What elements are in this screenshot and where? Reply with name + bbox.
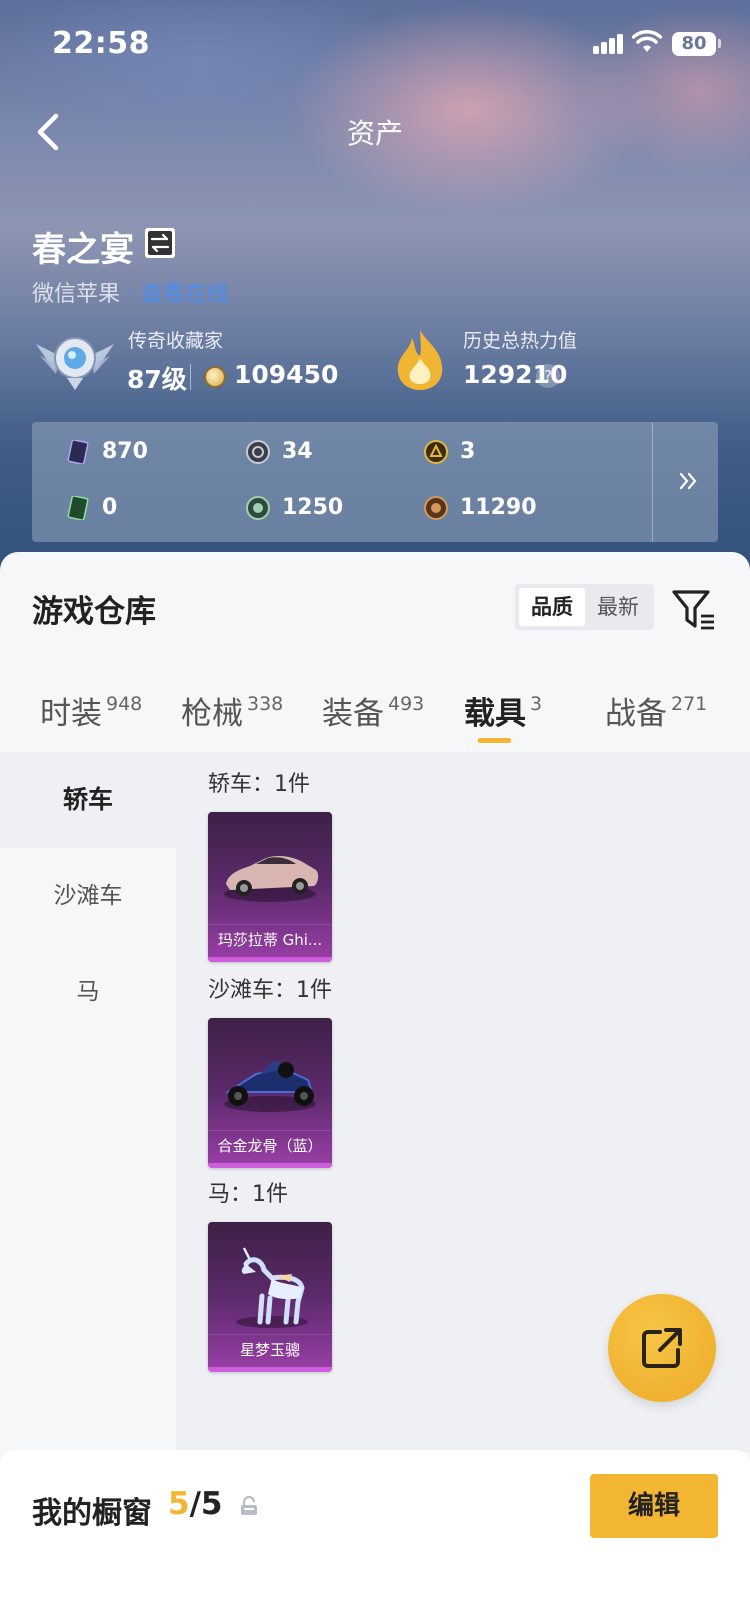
status-time: 22:58 bbox=[52, 26, 150, 61]
currency-value: 3 bbox=[460, 439, 476, 464]
purple-card-icon bbox=[67, 440, 89, 464]
currency-value: 870 bbox=[102, 439, 148, 464]
battery-nub bbox=[718, 39, 721, 48]
item-card[interactable]: 合金龙骨（蓝） bbox=[208, 1018, 332, 1168]
tab-label: 枪械 bbox=[181, 696, 243, 732]
panel-divider bbox=[652, 422, 653, 542]
share-icon bbox=[642, 1328, 682, 1368]
category-tabs: 时装 948 枪械 338 装备 493 载具 3 战备 271 bbox=[0, 648, 750, 748]
wifi-icon bbox=[632, 30, 662, 52]
currency-value: 11290 bbox=[460, 495, 537, 520]
level-divider bbox=[190, 364, 191, 390]
item-name: 星梦玉骢 bbox=[208, 1334, 332, 1364]
warehouse-title: 游戏仓库 bbox=[32, 594, 156, 630]
lock-icon bbox=[241, 1496, 257, 1515]
group-title-beach-buggy: 沙滩车：1件 bbox=[208, 978, 332, 1003]
tab-count: 271 bbox=[671, 693, 708, 715]
currency-panel: 870 34 3 0 1250 11290 bbox=[32, 422, 718, 542]
signal-icon bbox=[593, 32, 625, 54]
currency-value: 0 bbox=[102, 495, 118, 520]
heat-title: 历史总热力值 bbox=[463, 330, 578, 352]
showcase-total: /5 bbox=[189, 1486, 223, 1522]
double-chevron-right-icon[interactable] bbox=[672, 464, 706, 498]
page-title: 资产 bbox=[346, 117, 403, 150]
sidebar-item-horse[interactable]: 马 bbox=[0, 944, 176, 1040]
filter-icon[interactable] bbox=[671, 588, 717, 632]
help-icon[interactable]: ? bbox=[536, 364, 560, 388]
status-bar: 22:58 80 bbox=[0, 0, 750, 90]
platform-label: 微信苹果 bbox=[32, 282, 121, 307]
switch-account-icon[interactable] bbox=[145, 228, 175, 258]
bronze-coin-icon bbox=[424, 496, 448, 520]
collector-badge-icon bbox=[36, 337, 114, 390]
silver-coin-icon bbox=[246, 440, 270, 464]
sidebar-item-sedan[interactable]: 轿车 bbox=[0, 752, 176, 848]
tab-fashion[interactable]: 时装 948 bbox=[40, 688, 142, 738]
gold-medal-icon bbox=[424, 440, 448, 464]
online-status-link[interactable]: · 查看在线 bbox=[127, 282, 229, 307]
tab-equipment[interactable]: 装备 493 bbox=[322, 688, 424, 738]
item-card[interactable]: 玛莎拉蒂 Ghi... bbox=[208, 812, 332, 962]
currency-value: 34 bbox=[282, 439, 313, 464]
item-name: 玛莎拉蒂 Ghi... bbox=[208, 924, 332, 954]
showcase-bar: 我的橱窗 5/5 编辑 bbox=[0, 1450, 750, 1624]
profile-header-background: 22:58 80 资产 春之宴 微信苹果 · 查看在线 传奇收藏家 87级 10… bbox=[0, 0, 750, 600]
battery-indicator: 80 bbox=[672, 32, 716, 56]
item-name: 合金龙骨（蓝） bbox=[208, 1130, 332, 1160]
tab-label: 时装 bbox=[40, 696, 102, 732]
platform-info: 微信苹果 · 查看在线 bbox=[32, 276, 229, 308]
group-title-horse: 马：1件 bbox=[208, 1182, 288, 1207]
flame-icon bbox=[397, 330, 443, 390]
tab-count: 3 bbox=[530, 693, 543, 715]
tab-count: 948 bbox=[106, 693, 143, 715]
tab-battle-gear[interactable]: 战备 271 bbox=[605, 688, 707, 738]
collector-title: 传奇收藏家 bbox=[128, 330, 224, 352]
player-level: 87级 bbox=[127, 365, 187, 394]
active-tab-indicator bbox=[478, 738, 511, 743]
user-name: 春之宴 bbox=[32, 230, 134, 270]
collection-points: 109450 bbox=[234, 360, 339, 389]
sort-toggle: 品质 最新 bbox=[515, 584, 654, 630]
tab-count: 493 bbox=[388, 693, 425, 715]
showcase-current: 5 bbox=[168, 1486, 190, 1522]
tab-label: 战备 bbox=[605, 696, 667, 732]
unicorn-horse-image bbox=[236, 1247, 308, 1328]
green-coin-icon bbox=[246, 496, 270, 520]
subcategory-sidebar: 轿车 沙滩车 马 bbox=[0, 752, 176, 1452]
share-button[interactable] bbox=[608, 1294, 716, 1402]
showcase-label: 我的橱窗 bbox=[32, 1496, 152, 1531]
sort-newest-option[interactable]: 最新 bbox=[585, 588, 651, 626]
currency-value: 1250 bbox=[282, 495, 344, 520]
showcase-count: 5/5 bbox=[168, 1486, 222, 1522]
sort-quality-option[interactable]: 品质 bbox=[519, 588, 585, 626]
tab-weapons[interactable]: 枪械 338 bbox=[181, 688, 283, 738]
collection-points-icon bbox=[204, 366, 226, 388]
beach-buggy-image bbox=[224, 1060, 316, 1112]
tab-label: 装备 bbox=[322, 696, 384, 732]
tab-vehicles[interactable]: 载具 3 bbox=[464, 688, 542, 738]
tab-label: 载具 bbox=[464, 696, 526, 732]
green-card-icon bbox=[67, 496, 89, 520]
sidebar-item-beach-buggy[interactable]: 沙滩车 bbox=[0, 848, 176, 944]
edit-button[interactable]: 编辑 bbox=[590, 1474, 718, 1538]
sedan-car-image bbox=[224, 856, 319, 902]
group-title-sedan: 轿车：1件 bbox=[208, 772, 310, 797]
item-card[interactable]: 星梦玉骢 bbox=[208, 1222, 332, 1372]
tab-count: 338 bbox=[247, 693, 284, 715]
